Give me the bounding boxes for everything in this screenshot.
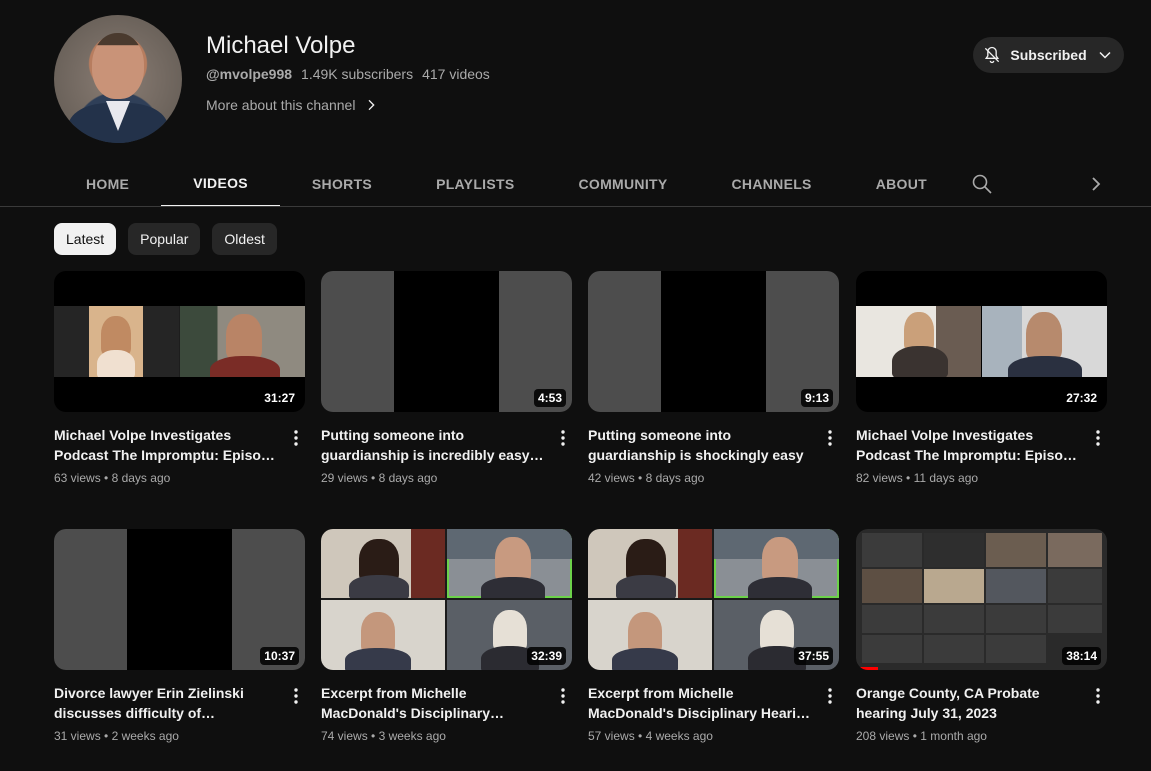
subscribed-label: Subscribed (1010, 47, 1087, 63)
video-title[interactable]: Excerpt from Michelle MacDonald's Discip… (588, 683, 814, 723)
video-thumbnail[interactable]: 10:37 (54, 529, 305, 670)
more-about-link[interactable]: More about this channel (206, 97, 379, 113)
more-vert-icon[interactable] (289, 428, 303, 448)
video-views: 31 views (54, 729, 101, 743)
tab-shorts[interactable]: SHORTS (280, 160, 404, 207)
chevron-down-icon (1099, 51, 1111, 59)
video-views: 29 views (321, 471, 368, 485)
video-thumbnail[interactable]: 32:39 (321, 529, 572, 670)
chevron-right-icon (368, 99, 376, 111)
channel-handle: @mvolpe998 (206, 66, 293, 82)
chip-latest[interactable]: Latest (54, 223, 117, 255)
video-age: 1 month ago (920, 729, 987, 743)
tab-home[interactable]: HOME (54, 160, 161, 207)
video-thumbnail[interactable]: 38:14 (856, 529, 1107, 670)
video-views: 63 views (54, 471, 101, 485)
more-vert-icon[interactable] (1091, 428, 1105, 448)
video-duration: 9:13 (800, 389, 833, 407)
chip-oldest[interactable]: Oldest (212, 223, 277, 255)
video-thumbnail[interactable]: 9:13 (588, 271, 839, 412)
video-meta: 57 views • 4 weeks ago (588, 729, 713, 743)
tab-playlists[interactable]: PLAYLISTS (404, 160, 546, 207)
bell-off-icon (985, 46, 1000, 64)
video-views: 82 views (856, 471, 903, 485)
tab-community[interactable]: COMMUNITY (546, 160, 699, 207)
video-age: 8 days ago (111, 471, 171, 485)
video-age: 8 days ago (645, 471, 705, 485)
more-vert-icon[interactable] (823, 686, 837, 706)
video-title[interactable]: Michael Volpe Investigates Podcast The I… (856, 425, 1082, 465)
search-icon[interactable] (970, 172, 994, 196)
tab-about[interactable]: ABOUT (844, 160, 959, 207)
chevron-right-icon[interactable] (1086, 172, 1106, 196)
video-card[interactable]: 4:53 Putting someone into guardianship i… (321, 271, 572, 485)
video-card[interactable]: 9:13 Putting someone into guardianship i… (588, 271, 839, 485)
chip-popular[interactable]: Popular (128, 223, 201, 255)
video-duration: 38:14 (1062, 647, 1101, 665)
more-vert-icon[interactable] (556, 428, 570, 448)
video-age: 2 weeks ago (111, 729, 179, 743)
channel-avatar[interactable] (54, 15, 182, 143)
video-title[interactable]: Putting someone into guardianship is inc… (321, 425, 547, 465)
video-thumbnail[interactable]: 27:32 (856, 271, 1107, 412)
video-views: 42 views (588, 471, 635, 485)
video-meta: 82 views • 11 days ago (856, 471, 979, 485)
video-card[interactable]: 38:14 Orange County, CA Probate hearing … (856, 529, 1107, 743)
video-title[interactable]: Putting someone into guardianship is sho… (588, 425, 814, 465)
video-meta: 42 views • 8 days ago (588, 471, 705, 485)
video-thumbnail[interactable]: 31:27 (54, 271, 305, 412)
video-duration: 32:39 (527, 647, 566, 665)
more-vert-icon[interactable] (289, 686, 303, 706)
video-age: 3 weeks ago (378, 729, 446, 743)
video-duration: 31:27 (260, 389, 299, 407)
video-age: 8 days ago (378, 471, 438, 485)
video-meta: 74 views • 3 weeks ago (321, 729, 446, 743)
video-meta: 63 views • 8 days ago (54, 471, 171, 485)
sort-chips: Latest Popular Oldest (54, 223, 277, 255)
video-card[interactable]: 37:55 Excerpt from Michelle MacDonald's … (588, 529, 839, 743)
video-age: 11 days ago (913, 471, 979, 485)
video-title[interactable]: Divorce lawyer Erin Zielinski discusses … (54, 683, 280, 723)
video-card[interactable]: 10:37 Divorce lawyer Erin Zielinski disc… (54, 529, 305, 743)
more-vert-icon[interactable] (1091, 686, 1105, 706)
more-about-label: More about this channel (206, 97, 356, 113)
watch-progress-bar (856, 667, 878, 670)
channel-tabs: HOME VIDEOS SHORTS PLAYLISTS COMMUNITY C… (54, 160, 959, 207)
video-meta: 31 views • 2 weeks ago (54, 729, 179, 743)
more-vert-icon[interactable] (823, 428, 837, 448)
tab-videos[interactable]: VIDEOS (161, 160, 280, 207)
video-card[interactable]: 32:39 Excerpt from Michelle MacDonald's … (321, 529, 572, 743)
video-card[interactable]: 31:27 Michael Volpe Investigates Podcast… (54, 271, 305, 485)
video-thumbnail[interactable]: 37:55 (588, 529, 839, 670)
video-duration: 37:55 (794, 647, 833, 665)
video-meta: 29 views • 8 days ago (321, 471, 438, 485)
tab-channels[interactable]: CHANNELS (700, 160, 844, 207)
video-duration: 10:37 (260, 647, 299, 665)
video-count: 417 videos (422, 66, 490, 82)
video-duration: 27:32 (1062, 389, 1101, 407)
video-views: 74 views (321, 729, 368, 743)
video-title[interactable]: Michael Volpe Investigates Podcast The I… (54, 425, 280, 465)
video-thumbnail[interactable]: 4:53 (321, 271, 572, 412)
channel-meta: @mvolpe998 1.49K subscribers 417 videos (206, 66, 490, 82)
video-age: 4 weeks ago (645, 729, 713, 743)
video-title[interactable]: Orange County, CA Probate hearing July 3… (856, 683, 1082, 723)
video-duration: 4:53 (533, 389, 566, 407)
video-views: 57 views (588, 729, 635, 743)
channel-name: Michael Volpe (206, 32, 356, 59)
video-meta: 208 views • 1 month ago (856, 729, 987, 743)
tab-divider (0, 206, 1151, 207)
video-title[interactable]: Excerpt from Michelle MacDonald's Discip… (321, 683, 547, 723)
subscriber-count: 1.49K subscribers (301, 66, 414, 82)
video-views: 208 views (856, 729, 910, 743)
video-card[interactable]: 27:32 Michael Volpe Investigates Podcast… (856, 271, 1107, 485)
subscribed-button[interactable]: Subscribed (973, 37, 1124, 73)
more-vert-icon[interactable] (556, 686, 570, 706)
